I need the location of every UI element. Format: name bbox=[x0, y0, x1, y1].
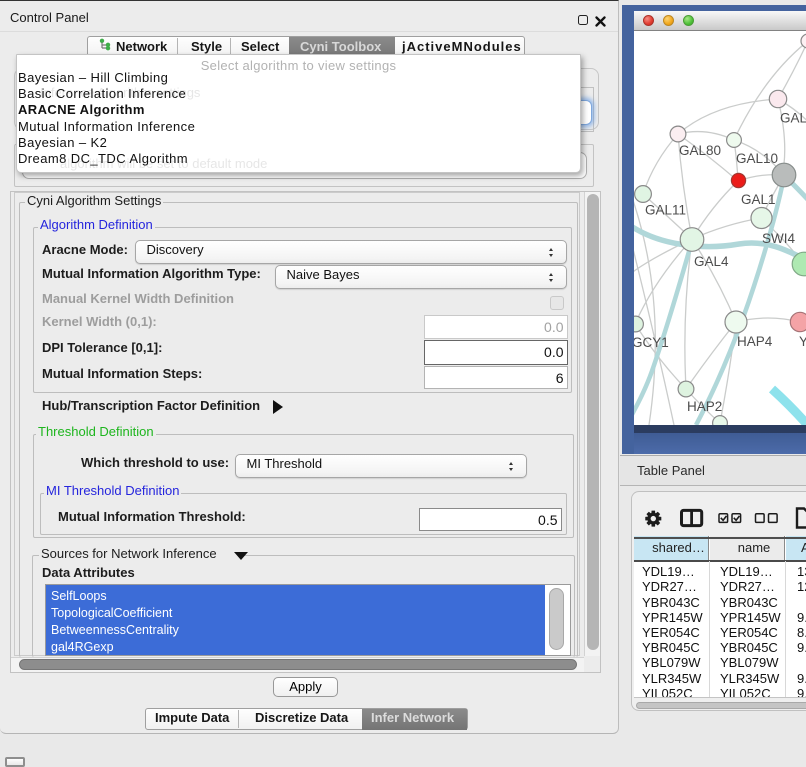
svg-text:GAL4: GAL4 bbox=[694, 254, 729, 269]
svg-text:GAL80: GAL80 bbox=[679, 143, 721, 158]
svg-text:YDR1: YDR1 bbox=[799, 334, 806, 349]
svg-text:GAL1: GAL1 bbox=[741, 192, 776, 207]
svg-text:SWI4: SWI4 bbox=[762, 231, 795, 246]
svg-text:GAL10: GAL10 bbox=[736, 151, 778, 166]
svg-text:HAP4: HAP4 bbox=[737, 334, 773, 349]
svg-text:GCY1: GCY1 bbox=[634, 335, 669, 350]
svg-text:GAL2: GAL2 bbox=[780, 111, 806, 126]
svg-text:GAL11: GAL11 bbox=[645, 203, 686, 218]
svg-text:HAP2: HAP2 bbox=[687, 399, 722, 414]
